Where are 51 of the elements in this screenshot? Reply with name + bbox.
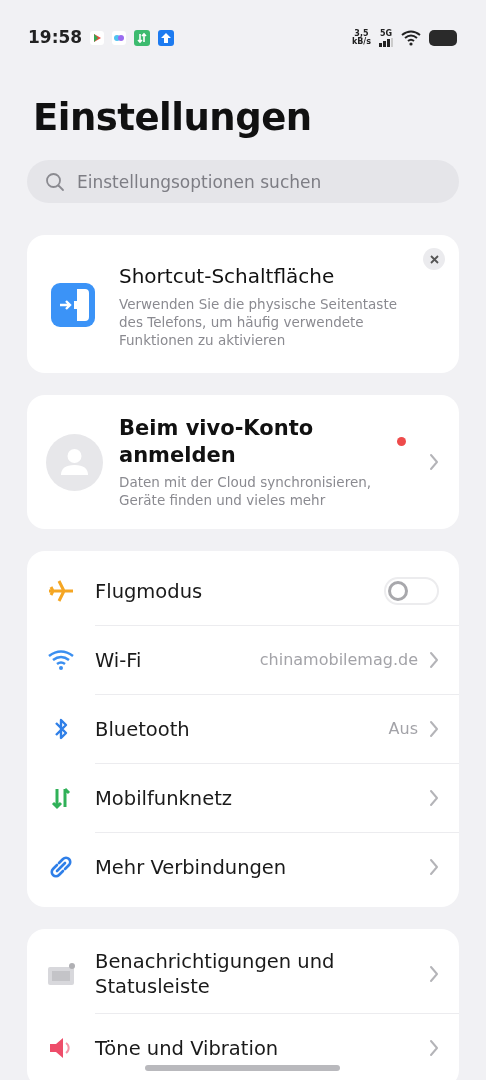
- chevron-icon: [428, 1039, 439, 1058]
- chevron-icon: [428, 858, 439, 877]
- notification-panel-icon: [47, 962, 75, 987]
- avatar-icon: [46, 433, 103, 491]
- upload-icon: [158, 30, 175, 46]
- wifi-icon: [47, 648, 75, 673]
- wifi-icon: [401, 30, 421, 46]
- account-title: Beim vivo-Konto anmelden: [119, 415, 315, 470]
- toggle-switch[interactable]: [384, 577, 439, 606]
- item-label: Mehr Verbindungen: [95, 854, 288, 880]
- account-description: Daten mit der Cloud synchronisieren, Geräte finden und vieles mehr: [119, 473, 373, 510]
- chevron-icon: [428, 720, 439, 739]
- account-card[interactable]: Beim vivo-Konto anmelden Daten mit der Cloud synchronisieren, Geräte finden und vieles mehr: [27, 395, 459, 530]
- item-label: Wi-Fi: [95, 647, 143, 673]
- chevron-icon: [428, 651, 439, 670]
- bubbles-icon: [112, 31, 127, 45]
- item-label: Flugmodus: [95, 578, 204, 604]
- card-description: Verwenden Sie die physische Seitentaste des Telefons, um häufig verwendete Funktionen zu aktivieren: [119, 295, 398, 350]
- shortcut-card[interactable]: Shortcut-Schaltfläche Verwenden Sie die physische Seitentaste des Telefons, um häufig verwendete Funktionen zu aktivieren: [27, 235, 459, 374]
- transfer-icon: [134, 30, 151, 46]
- item-label: Bluetooth: [95, 716, 191, 742]
- network-type: 5G: [379, 29, 393, 38]
- airplane-icon: [47, 579, 75, 604]
- play-icon: [90, 31, 105, 45]
- chevron-icon: [428, 789, 439, 808]
- network-speed: 3,5: [353, 30, 369, 38]
- settings-item[interactable]: Mehr Verbindungen: [27, 833, 459, 902]
- speed-unit: kB/s: [351, 38, 371, 46]
- item-value: Aus: [388, 718, 418, 741]
- chevron-icon: [428, 453, 439, 472]
- settings-item[interactable]: Bluetooth Aus: [27, 695, 459, 764]
- close-button[interactable]: [423, 248, 445, 271]
- clock-time: 19:58: [28, 26, 83, 50]
- item-label: Töne und Vibration: [95, 1035, 280, 1061]
- settings-item[interactable]: Flugmodus: [27, 557, 459, 626]
- settings-item[interactable]: Mobilfunknetz: [27, 764, 459, 833]
- item-label: Benachrichtigungen und Statusleiste: [95, 949, 336, 1000]
- search-field[interactable]: Einstellungsoptionen suchen: [27, 160, 459, 204]
- signal-icon: [379, 37, 393, 47]
- search-icon: [45, 172, 65, 193]
- battery-icon: [429, 30, 458, 46]
- item-label: Mobilfunknetz: [95, 785, 234, 811]
- chevron-icon: [428, 965, 439, 984]
- settings-item[interactable]: Töne und Vibration: [27, 1014, 459, 1080]
- settings-item[interactable]: Benachrichtigungen und Statusleiste: [27, 935, 459, 1014]
- side-key-icon: [51, 283, 95, 328]
- settings-item[interactable]: Wi-Fi chinamobilemag.de: [27, 626, 459, 695]
- item-value: chinamobilemag.de: [259, 649, 418, 672]
- close-icon: [429, 254, 439, 264]
- card-title: Shortcut-Schaltfläche: [119, 263, 336, 291]
- page-title: Einstellungen: [33, 96, 313, 141]
